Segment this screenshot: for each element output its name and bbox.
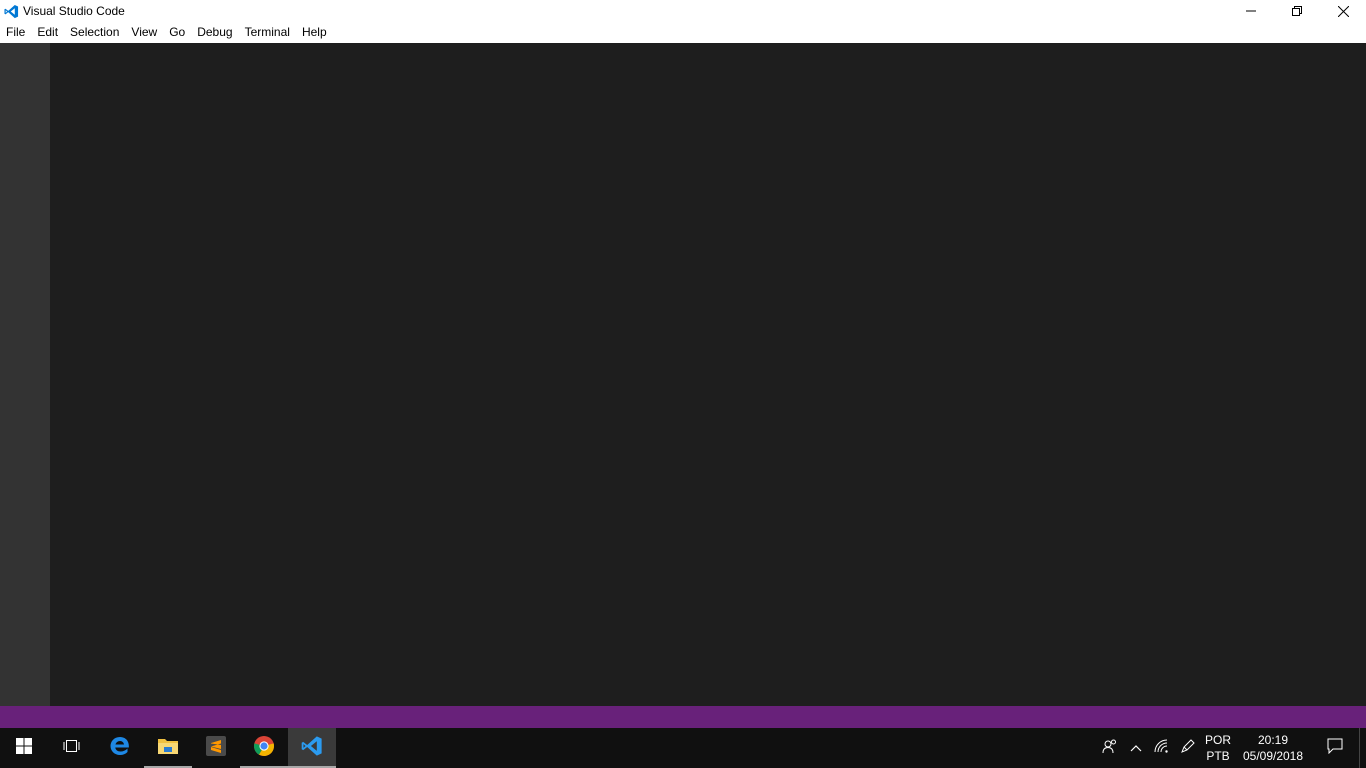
show-hidden-icons-button[interactable] bbox=[1123, 728, 1149, 768]
menu-view[interactable]: View bbox=[125, 22, 163, 43]
chrome-icon bbox=[253, 735, 275, 762]
start-icon bbox=[16, 737, 32, 759]
file-explorer-icon bbox=[157, 737, 179, 760]
taskbar-vscode[interactable] bbox=[288, 728, 336, 768]
menu-edit[interactable]: Edit bbox=[31, 22, 64, 43]
pen-icon bbox=[1180, 738, 1196, 759]
task-view-icon bbox=[63, 738, 81, 759]
vscode-icon bbox=[301, 735, 323, 762]
menu-help[interactable]: Help bbox=[296, 22, 333, 43]
menu-terminal[interactable]: Terminal bbox=[239, 22, 296, 43]
network-button[interactable] bbox=[1149, 728, 1175, 768]
window-title: Visual Studio Code bbox=[23, 4, 125, 18]
window-controls bbox=[1228, 0, 1366, 22]
notification-icon bbox=[1327, 738, 1343, 759]
menu-selection[interactable]: Selection bbox=[64, 22, 125, 43]
system-tray: POR PTB 20:19 05/09/2018 bbox=[1097, 728, 1366, 768]
taskbar-sublime-text[interactable] bbox=[192, 728, 240, 768]
menu-debug[interactable]: Debug bbox=[191, 22, 238, 43]
status-bar bbox=[0, 706, 1366, 728]
language-code: POR bbox=[1204, 733, 1231, 747]
minimize-button[interactable] bbox=[1228, 0, 1274, 22]
clock-time: 20:19 bbox=[1257, 733, 1289, 747]
taskbar: POR PTB 20:19 05/09/2018 bbox=[0, 728, 1366, 768]
activity-bar bbox=[0, 43, 50, 706]
vscode-icon bbox=[3, 3, 19, 19]
action-center-button[interactable] bbox=[1311, 728, 1359, 768]
close-button[interactable] bbox=[1320, 0, 1366, 22]
clock[interactable]: 20:19 05/09/2018 bbox=[1235, 732, 1311, 764]
input-language-indicator[interactable]: POR PTB bbox=[1201, 732, 1235, 764]
menu-file[interactable]: File bbox=[0, 22, 31, 43]
start-button[interactable] bbox=[0, 728, 48, 768]
menu-go[interactable]: Go bbox=[163, 22, 191, 43]
taskbar-file-explorer[interactable] bbox=[144, 728, 192, 768]
taskbar-edge[interactable] bbox=[96, 728, 144, 768]
people-icon bbox=[1102, 738, 1118, 759]
taskbar-chrome[interactable] bbox=[240, 728, 288, 768]
wifi-icon bbox=[1154, 739, 1170, 758]
edge-icon bbox=[109, 735, 131, 762]
editor-area[interactable] bbox=[50, 43, 1366, 706]
task-view-button[interactable] bbox=[48, 728, 96, 768]
sublime-text-icon bbox=[205, 735, 227, 762]
restore-button[interactable] bbox=[1274, 0, 1320, 22]
clock-date: 05/09/2018 bbox=[1242, 749, 1304, 763]
show-desktop-button[interactable] bbox=[1359, 728, 1366, 768]
title-bar: Visual Studio Code bbox=[0, 0, 1366, 22]
menu-bar: File Edit Selection View Go Debug Termin… bbox=[0, 22, 1366, 44]
pen-workspace-button[interactable] bbox=[1175, 728, 1201, 768]
keyboard-layout: PTB bbox=[1206, 749, 1230, 763]
people-button[interactable] bbox=[1097, 728, 1123, 768]
chevron-up-icon bbox=[1130, 739, 1142, 757]
